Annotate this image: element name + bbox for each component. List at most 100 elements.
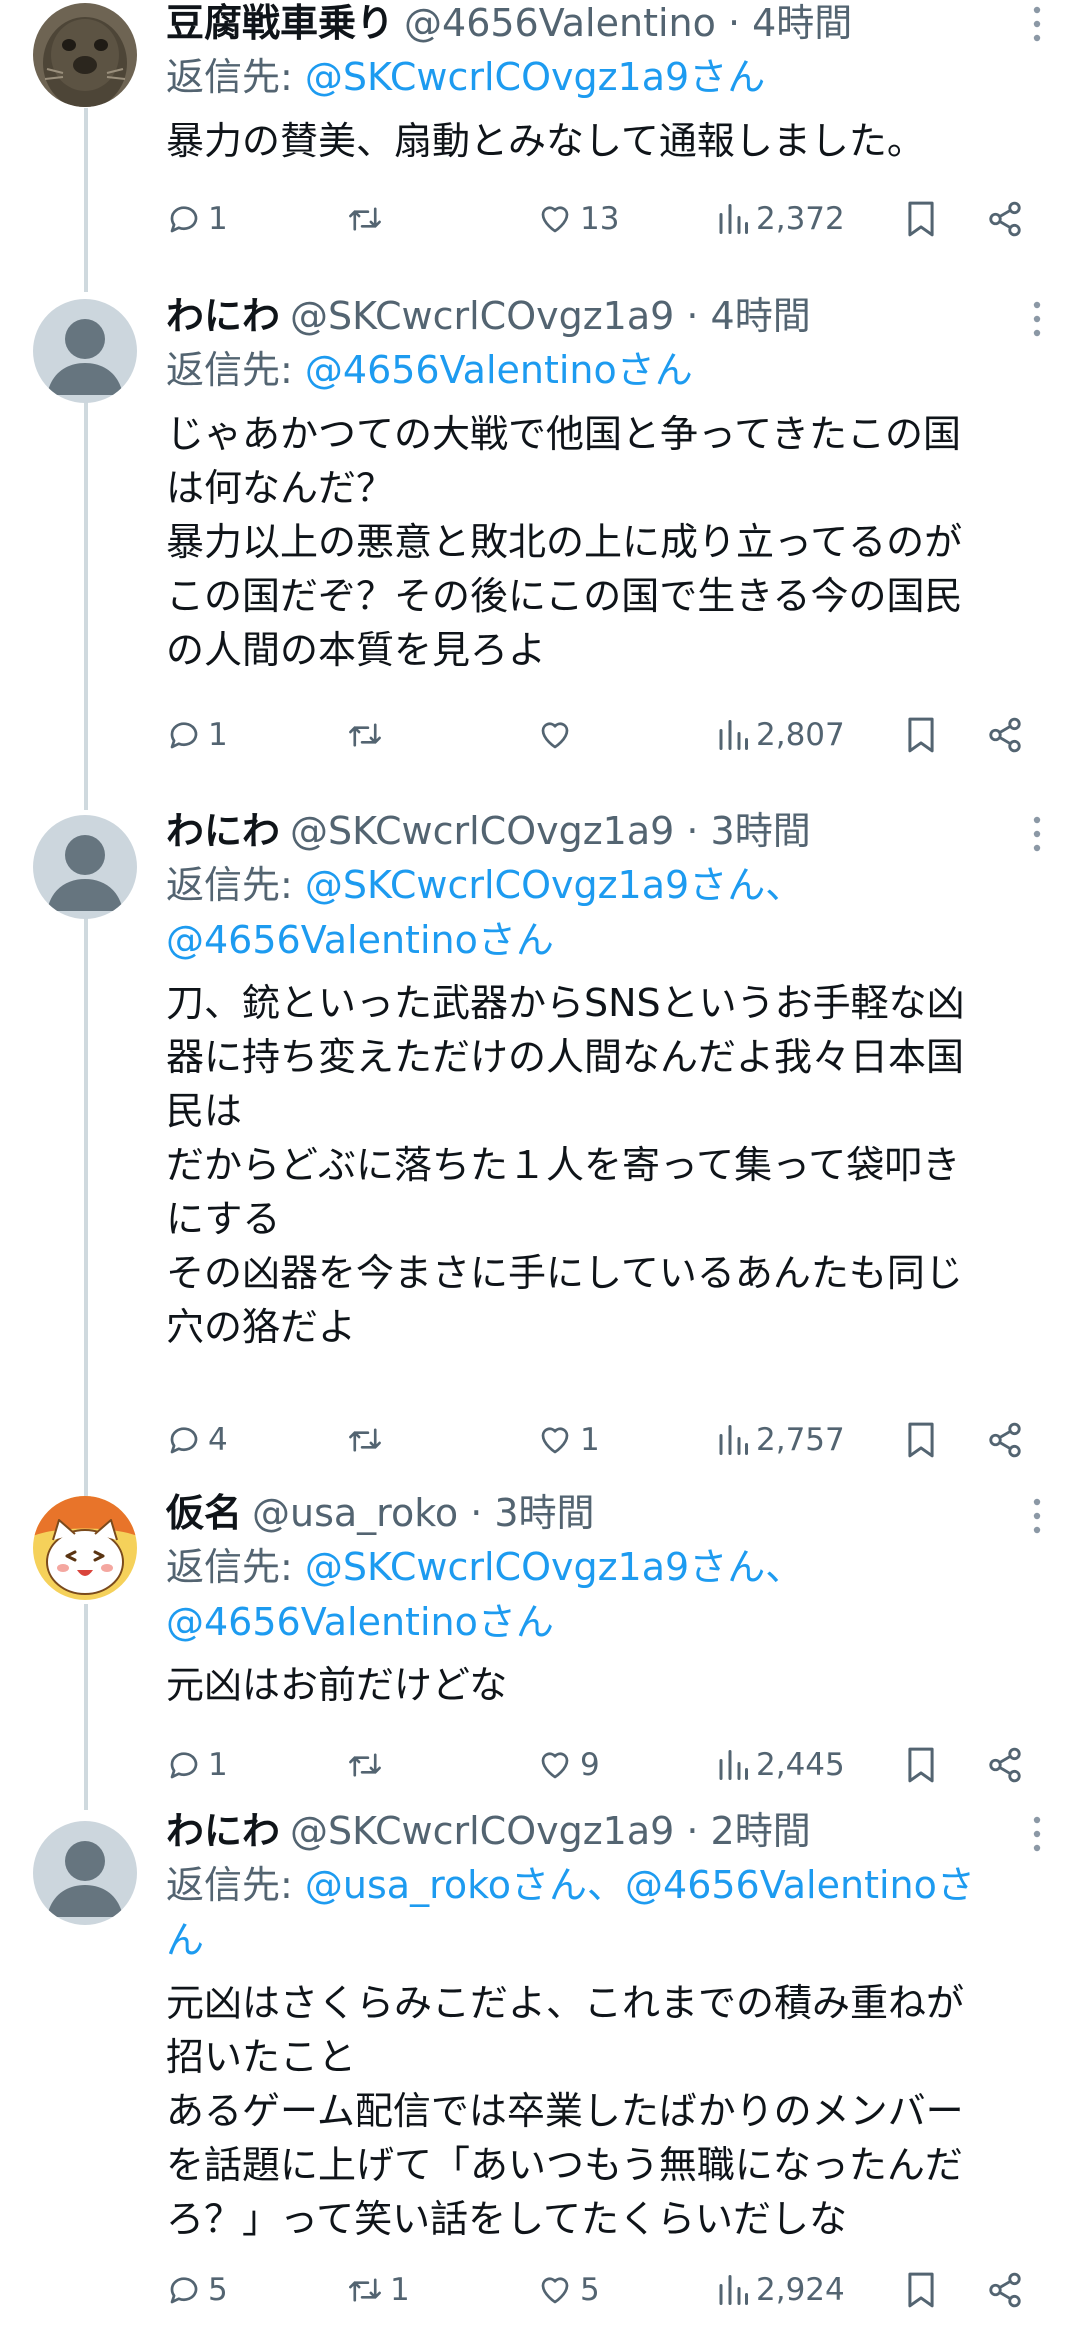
share-icon (989, 717, 1021, 753)
more-options-icon[interactable] (1032, 301, 1042, 337)
mention-link[interactable]: @usa_rokoさん、@4656Valentinoさ (305, 1863, 975, 1907)
retweet-icon (349, 723, 381, 747)
views-button[interactable]: 2,372 (716, 192, 845, 246)
reply-prefix: 返信先: (166, 1863, 293, 1907)
reply-button[interactable]: 1 (166, 192, 228, 246)
reply-to: 返信先: @SKCwcrlCOvgz1a9さん、 @4656Valentinoさ… (166, 858, 1040, 968)
share-button[interactable] (986, 1413, 1024, 1467)
like-button[interactable]: 1 (536, 1413, 600, 1467)
like-button[interactable]: 5 (536, 2263, 600, 2317)
mention-link[interactable]: ん (166, 1918, 204, 1962)
reply-count: 5 (208, 2272, 228, 2308)
tweet-text: 元凶はお前だけどな (166, 1663, 508, 1707)
display-name[interactable]: わにわ (166, 809, 280, 853)
bookmark-button[interactable] (904, 192, 938, 246)
reply-button[interactable]: 4 (166, 1413, 228, 1467)
bookmark-button[interactable] (904, 2263, 938, 2317)
display-name[interactable]: わにわ (166, 294, 280, 338)
avatar[interactable] (33, 1821, 137, 1925)
retweet-icon (349, 1753, 381, 1777)
avatar[interactable] (33, 815, 137, 919)
views-button[interactable]: 2,757 (716, 1413, 845, 1467)
like-button[interactable] (536, 708, 580, 762)
retweet-button[interactable] (346, 1413, 390, 1467)
like-button[interactable]: 13 (536, 192, 619, 246)
reply-button[interactable]: 5 (166, 2263, 228, 2317)
tweet-header: 豆腐戦車乗り @4656Valentino · 4時間 (166, 0, 1050, 46)
tweet[interactable]: わにわ @SKCwcrlCOvgz1a9 · 4時間 返信先: @4656Vale… (0, 293, 1080, 793)
bookmark-button[interactable] (904, 1413, 938, 1467)
retweet-button[interactable] (346, 708, 390, 762)
tweet[interactable]: 豆腐戦車乗り @4656Valentino · 4時間 返信先: @SKCwcrl… (0, 0, 1080, 270)
share-button[interactable] (986, 1738, 1024, 1792)
mention-link[interactable]: @4656Valentinoさん (305, 348, 693, 392)
retweet-button[interactable] (346, 192, 390, 246)
like-count: 9 (580, 1747, 600, 1783)
mention-link[interactable]: @4656Valentinoさん (166, 918, 554, 962)
mention-link[interactable]: @SKCwcrlCOvgz1a9さん (305, 55, 765, 99)
action-bar: 5 1 5 2,924 (166, 2263, 1046, 2317)
seal-photo-avatar-icon (33, 3, 137, 107)
retweet-count: 1 (390, 2272, 410, 2308)
retweet-button[interactable]: 1 (346, 2263, 410, 2317)
tweet-text: 刀、銃といった武器からSNSというお手軽な凶 器に持ち変えただけの人間なんだよ我… (166, 981, 965, 1349)
mention-link[interactable]: @SKCwcrlCOvgz1a9さん、 (305, 863, 803, 907)
retweet-button[interactable] (346, 1738, 390, 1792)
bookmark-icon (908, 1747, 934, 1783)
retweet-icon (349, 207, 381, 231)
reply-prefix: 返信先: (166, 348, 293, 392)
share-button[interactable] (986, 708, 1024, 762)
views-button[interactable]: 2,445 (716, 1738, 845, 1792)
display-name[interactable]: 豆腐戦車乗り (166, 1, 394, 45)
handle-and-time: @usa_roko · 3時間 (252, 1491, 595, 1535)
views-count: 2,445 (756, 1747, 845, 1783)
reply-count: 4 (208, 1422, 228, 1458)
views-chart-icon (719, 1425, 748, 1455)
mention-link[interactable]: @4656Valentinoさん (166, 1600, 554, 1644)
bookmark-icon (908, 2272, 934, 2308)
bookmark-icon (908, 1422, 934, 1458)
reply-to: 返信先: @SKCwcrlCOvgz1a9さん、 @4656Valentinoさ… (166, 1540, 1040, 1650)
avatar[interactable] (33, 3, 137, 107)
reply-button[interactable]: 1 (166, 708, 228, 762)
bookmark-icon (908, 717, 934, 753)
share-button[interactable] (986, 2263, 1024, 2317)
tweet[interactable]: 仮名 @usa_roko · 3時間 返信先: @SKCwcrlCOvgz1a9さ… (0, 1490, 1080, 1810)
display-name[interactable]: わにわ (166, 1809, 280, 1853)
handle-and-time: @SKCwcrlCOvgz1a9 · 4時間 (290, 294, 811, 338)
reply-count: 1 (208, 717, 228, 753)
like-count: 5 (580, 2272, 600, 2308)
bookmark-button[interactable] (904, 1738, 938, 1792)
bookmark-button[interactable] (904, 708, 938, 762)
more-options-icon[interactable] (1032, 1498, 1042, 1534)
more-options-icon[interactable] (1032, 1816, 1042, 1852)
reply-icon (170, 1427, 198, 1454)
reply-icon (170, 1752, 198, 1779)
tweet[interactable]: わにわ @SKCwcrlCOvgz1a9 · 3時間 返信先: @SKCwcrlC… (0, 808, 1080, 1488)
tweet-text: 元凶はさくらみこだよ、これまでの積み重ねが 招いたこと あるゲーム配信では卒業し… (166, 1981, 965, 2241)
like-count: 1 (580, 1422, 600, 1458)
more-options-icon[interactable] (1032, 6, 1042, 42)
tweet[interactable]: わにわ @SKCwcrlCOvgz1a9 · 2時間 返信先: @usa_roko… (0, 1808, 1080, 2333)
cartoon-cat-avatar-icon (33, 1496, 137, 1600)
views-button[interactable]: 2,807 (716, 708, 845, 762)
views-chart-icon (719, 1750, 748, 1780)
more-options-icon[interactable] (1032, 816, 1042, 852)
avatar[interactable] (33, 1496, 137, 1600)
avatar[interactable] (33, 299, 137, 403)
reply-prefix: 返信先: (166, 863, 293, 907)
share-button[interactable] (986, 192, 1024, 246)
tweet-header: わにわ @SKCwcrlCOvgz1a9 · 2時間 (166, 1808, 1050, 1854)
action-bar: 4 1 2,757 (166, 1413, 1046, 1467)
mention-link[interactable]: @SKCwcrlCOvgz1a9さん、 (305, 1545, 803, 1589)
retweet-icon (349, 1428, 381, 1452)
views-button[interactable]: 2,924 (716, 2263, 845, 2317)
reply-button[interactable]: 1 (166, 1738, 228, 1792)
heart-icon (541, 1752, 569, 1779)
reply-thread: 豆腐戦車乗り @4656Valentino · 4時間 返信先: @SKCwcrl… (0, 0, 1080, 2333)
display-name[interactable]: 仮名 (166, 1491, 242, 1535)
views-count: 2,924 (756, 2272, 845, 2308)
like-button[interactable]: 9 (536, 1738, 600, 1792)
heart-icon (541, 722, 569, 749)
reply-count: 1 (208, 201, 228, 237)
